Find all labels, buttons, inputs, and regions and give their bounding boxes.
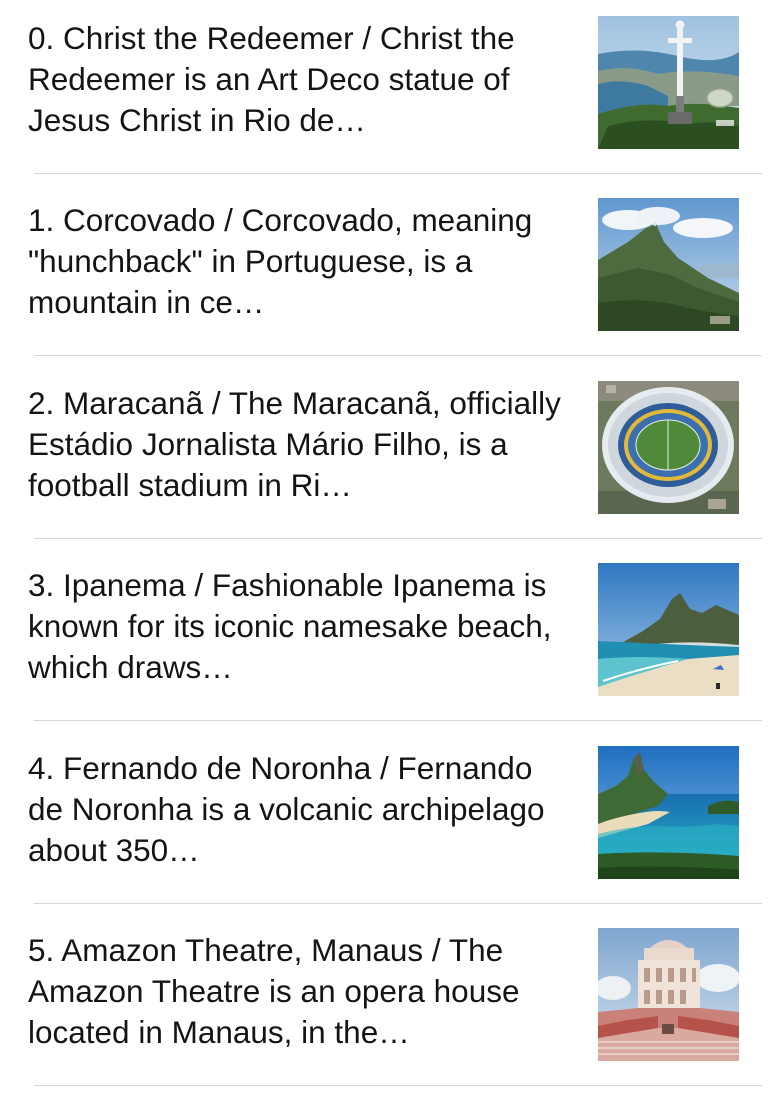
list-item-text: 5. Amazon Theatre, Manaus / The Amazon T…	[28, 932, 520, 1050]
list-item-text: 4. Fernando de Noronha / Fernando de Nor…	[28, 750, 545, 868]
row-separator	[34, 1085, 762, 1086]
row-separator	[34, 720, 762, 721]
row-separator	[34, 538, 762, 539]
places-list: 0. Christ the Redeemer / Christ the Rede…	[0, 0, 776, 1108]
list-item[interactable]: 5. Amazon Theatre, Manaus / The Amazon T…	[0, 912, 776, 1094]
list-item[interactable]: 1. Corcovado / Corcovado, meaning "hunch…	[0, 182, 776, 364]
list-item[interactable]: 3. Ipanema / Fashionable Ipanema is know…	[0, 547, 776, 729]
maracana-thumbnail	[598, 381, 739, 514]
list-item[interactable]: 2. Maracanã / The Maracanã, officially E…	[0, 365, 776, 547]
list-item-text: 2. Maracanã / The Maracanã, officially E…	[28, 385, 561, 503]
row-separator	[34, 173, 762, 174]
row-separator	[34, 355, 762, 356]
list-item-text: 3. Ipanema / Fashionable Ipanema is know…	[28, 567, 552, 685]
list-item-text: 0. Christ the Redeemer / Christ the Rede…	[28, 20, 515, 138]
row-separator	[34, 903, 762, 904]
fernando-de-noronha-thumbnail	[598, 746, 739, 879]
list-item-text: 1. Corcovado / Corcovado, meaning "hunch…	[28, 202, 533, 320]
list-item[interactable]: 0. Christ the Redeemer / Christ the Rede…	[0, 0, 776, 182]
christ-the-redeemer-thumbnail	[598, 16, 739, 149]
list-item[interactable]: 4. Fernando de Noronha / Fernando de Nor…	[0, 730, 776, 912]
corcovado-thumbnail	[598, 198, 739, 331]
amazon-theatre-thumbnail	[598, 928, 739, 1061]
ipanema-thumbnail	[598, 563, 739, 696]
